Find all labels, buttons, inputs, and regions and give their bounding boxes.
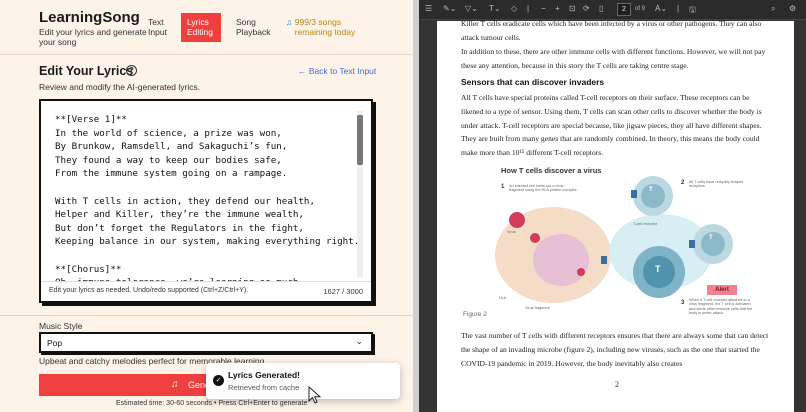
menu-icon[interactable]: ☰ [425,4,432,13]
search-icon[interactable]: ⌕ [771,4,775,14]
section-divider [0,315,413,316]
figure-caption: Figure 2 [463,311,487,318]
settings-icon[interactable]: ⚙ [789,4,796,13]
figure-step-text: All T cells have uniquely shaped recepto… [689,180,744,189]
lyrics-text: **[Verse 1]** In the world of science, a… [55,114,360,281]
t-cell-letter: T [709,235,713,241]
eraser-icon[interactable]: ◇ [511,4,517,13]
editor-scrollbar[interactable] [357,111,363,277]
chevron-down-icon: ⌄ [355,336,363,346]
figure-step-text: When a T-cell receptor attaches to a vir… [689,298,753,316]
lyrics-editor-container: **[Verse 1]** In the world of science, a… [39,99,373,303]
section-heading: Sensors that can discover invaders [461,77,605,87]
page-number-input[interactable]: 2 [617,3,631,16]
app-header: LearningSong Edit your lyrics and genera… [0,0,413,55]
paragraph-text: The vast number of T cells with differen… [461,331,769,368]
songs-remaining-label: 999/3 songs remaining today [294,17,356,37]
draw-icon[interactable]: ✎⌄ [443,4,456,13]
figure-label-hla: HLA [499,296,507,300]
read-aloud-icon[interactable]: A⌄ [655,4,667,13]
nav-text-input[interactable]: Text Input [148,17,176,37]
figure-label-fragment: Virus fragment [525,306,550,310]
music-note-icon: ♫ [286,17,293,27]
figure-label-virus: Virus [507,230,516,234]
mouse-cursor-icon [308,386,322,404]
page-view-icon[interactable]: ▯ [599,4,603,13]
songs-remaining-counter: ♫ 999/3 songs remaining today [286,17,367,37]
section-subtitle: Review and modify the AI-generated lyric… [39,82,201,92]
paragraph-other-cells: In addition to these, there are other im… [461,45,773,73]
figure-step-text: An infected cell holds out a virus fragm… [509,184,578,193]
toast-notification[interactable]: ✓ Lyrics Generated! Retrieved from cache [206,363,400,399]
pdf-toolbar: ☰ ✎⌄ ▽⌄ T⌄ ◇ | − + ⊡ ⟳ ▯ 2 of 9 A⌄ | 🖫 ⌕… [419,0,806,20]
receptor-shape [601,256,607,264]
zoom-in-icon[interactable]: + [555,4,560,13]
rotate-icon[interactable]: ⟳ [583,4,590,13]
receptor-shape [631,190,637,198]
paragraph-receptors: All T cells have special proteins called… [461,91,773,160]
nav-song-playback-label: Song Playback [236,17,271,37]
paragraph-text: In addition to these, there are other im… [461,47,766,70]
music-note-icon: ♫ [171,379,179,390]
estimate-text: Estimated time: 30-60 seconds • Press Ct… [116,400,308,407]
pdf-viewer: ☰ ✎⌄ ▽⌄ T⌄ ◇ | − + ⊡ ⟳ ▯ 2 of 9 A⌄ | 🖫 ⌕… [419,0,806,412]
figure-label-receptor: T-cell receptor [633,222,658,226]
t-cell-letter: T [655,264,661,274]
character-count: 1627 / 3000 [323,287,363,296]
toast-title: Lyrics Generated! [228,370,300,380]
text-icon[interactable]: T⌄ [489,4,501,13]
page-number-footer: 2 [615,380,619,389]
lyrics-textarea[interactable]: **[Verse 1]** In the world of science, a… [41,101,371,282]
cell-nucleus-shape [533,234,589,286]
paragraph-vast-number: The vast number of T cells with differen… [461,329,773,370]
t-cell-core-shape [641,184,665,208]
editor-scroll-thumb[interactable] [357,115,363,165]
figure-alert-label: Alert [707,285,737,295]
check-circle-icon: ✓ [213,375,224,386]
t-cell-letter: T [649,187,653,193]
figure-t-cells: How T cells discover a virus 1 An infect… [481,160,759,315]
pdf-page: Killer T cells eradicate cells which hav… [437,21,794,412]
paragraph-killer-cells: Killer T cells eradicate cells which hav… [461,21,773,45]
section-title: Edit Your Lyrics [39,64,134,78]
highlight-icon[interactable]: ▽⌄ [465,4,478,13]
paragraph-text: Killer T cells eradicate cells which hav… [461,21,762,42]
help-icon[interactable]: ? [126,65,137,76]
page-total: of 9 [635,6,646,12]
receptor-shape [689,240,695,248]
music-style-select[interactable]: Pop ⌄ [39,332,373,353]
toast-subtitle: Retrieved from cache [228,383,300,392]
figure-step-number: 3 [681,300,685,306]
nav-lyrics-editing-label: Lyrics Editing [187,17,213,37]
app-tagline: Edit your lyrics and generate your song [39,27,147,47]
paragraph-text: All T cells have special proteins called… [461,93,762,158]
nav-text-input-label: Text Input [148,17,167,37]
back-to-text-input-link[interactable]: ← Back to Text Input [298,66,376,76]
editor-hint: Edit your lyrics as needed. Undo/redo su… [49,287,249,294]
nav-song-playback[interactable]: Song Playback [236,17,276,37]
virus-shape [509,212,525,228]
virus-shape [577,268,585,276]
fit-page-icon[interactable]: ⊡ [569,4,576,13]
music-style-value: Pop [47,338,63,348]
music-style-label: Music Style [39,321,83,331]
virus-shape [530,233,540,243]
figure-step-number: 2 [681,180,685,186]
zoom-out-icon[interactable]: − [541,4,546,13]
save-icon[interactable]: 🖫 [689,4,696,18]
lyrics-app: LearningSong Edit your lyrics and genera… [0,0,413,412]
nav-lyrics-editing[interactable]: Lyrics Editing [181,13,221,42]
separator-icon: | [527,4,530,13]
separator-icon: | [677,4,680,13]
figure-title: How T cells discover a virus [501,166,602,175]
figure-step-number: 1 [501,184,505,190]
t-cell-core-shape [701,232,725,256]
app-logo[interactable]: LearningSong [39,9,140,26]
